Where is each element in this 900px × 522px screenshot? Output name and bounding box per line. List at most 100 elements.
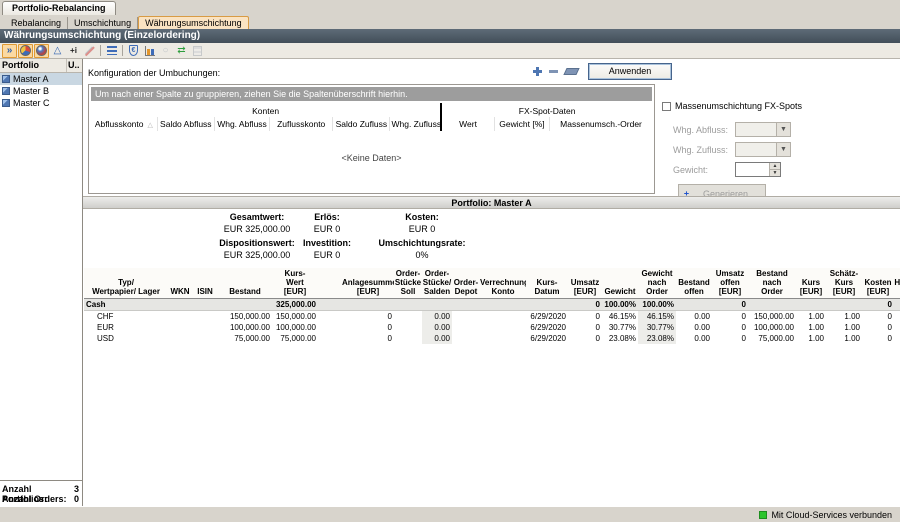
spinner-buttons[interactable]: ▲▼ (769, 163, 780, 176)
stat-label: Anzahl Portfolios: (2, 484, 74, 494)
tab-portfolio-rebalancing[interactable]: Portfolio-Rebalancing (2, 1, 116, 15)
chevron-down-icon[interactable]: ▼ (776, 123, 790, 136)
weight-spinner[interactable]: ▲▼ (735, 162, 781, 177)
status-bar: Mit Cloud-Services verbunden (0, 506, 900, 522)
holdings-column-header[interactable]: Bestand offen (676, 268, 712, 299)
holdings-row[interactable]: USD75,000.0075,000.0000.006/29/2020023.0… (84, 333, 900, 344)
tab-rebalancing[interactable]: Rebalancing (5, 17, 68, 29)
config-column-header[interactable]: Abflusskonto△ (91, 117, 157, 131)
holdings-cell: 150,000.00 (748, 311, 796, 323)
remove-row-icon[interactable] (549, 70, 558, 73)
spinner-up-icon[interactable]: ▲ (770, 163, 780, 170)
euro-shield-icon[interactable]: € (126, 44, 141, 58)
config-column-header[interactable]: Saldo Zufluss (333, 117, 390, 131)
main-tab-bar: Portfolio-Rebalancing (0, 0, 900, 15)
holdings-cell: 0 (568, 299, 602, 311)
config-column-header[interactable]: Massenumsch.-Order (550, 117, 652, 131)
holdings-column-header[interactable]: Order- Stücke/ Salden (422, 268, 452, 299)
fx-spots-panel: Massenumschichtung FX-Spots Whg. Abfluss… (662, 101, 896, 203)
sidebar-column-portfolio[interactable]: Portfolio (0, 59, 67, 72)
mass-fx-checkbox[interactable] (662, 102, 671, 111)
portfolio-item-master-a[interactable]: Master A (0, 73, 82, 85)
holdings-column-header[interactable]: Typ/ Wertpapier/ Lager (84, 268, 168, 299)
delta-icon[interactable]: △ (50, 44, 65, 58)
holdings-cell-label: EUR (84, 322, 168, 333)
holdings-column-header[interactable]: Kosten [EUR] (862, 268, 894, 299)
holdings-cell: 0 (568, 333, 602, 344)
config-column-header[interactable]: Wert (441, 117, 494, 131)
summary-label: Erlös: (287, 211, 367, 223)
holdings-cell: 100,000.00 (218, 322, 272, 333)
holdings-column-header[interactable]: Umsatz offen [EUR] (712, 268, 748, 299)
fx-combo-whgzufluss[interactable]: ▼ (735, 142, 791, 157)
holdings-column-header[interactable]: Order- Depot (452, 268, 480, 299)
holdings-cell: 0 (712, 311, 748, 323)
holdings-column-header[interactable]: Haltedauer [Tage] (894, 268, 900, 299)
combo-value (736, 123, 776, 136)
holdings-cell: 100,000.00 (748, 322, 796, 333)
filter-icon[interactable] (104, 44, 119, 58)
expand-icon[interactable]: » (2, 44, 17, 58)
holdings-column-header[interactable]: Umsatz [EUR] (568, 268, 602, 299)
holdings-cell: 150,000.00 (218, 311, 272, 323)
chart-icon[interactable] (142, 44, 157, 58)
holdings-cell (192, 333, 218, 344)
portfolio-item-master-c[interactable]: Master C (0, 97, 82, 109)
holdings-cell (480, 299, 526, 311)
eraser-icon[interactable] (563, 68, 579, 75)
holdings-column-header[interactable]: Verrechnungs- Konto (480, 268, 526, 299)
sphere-chart-icon[interactable] (34, 44, 49, 58)
holdings-column-header[interactable]: Gewicht nach Order (638, 268, 676, 299)
info-icon[interactable]: +i (66, 44, 81, 58)
holdings-cell: 0.00 (422, 322, 452, 333)
holdings-column-header[interactable]: WKN (168, 268, 192, 299)
holdings-cell (422, 299, 452, 311)
holdings-cell: 6/29/2020 (526, 322, 568, 333)
config-column-header[interactable]: Whg. Zufluss (390, 117, 441, 131)
summary-value: EUR 0 (287, 223, 367, 237)
holdings-column-header[interactable]: Bestand nach Order (748, 268, 796, 299)
holdings-column-header[interactable]: Schätz- Kurs [EUR] (826, 268, 862, 299)
holdings-cell: 1.00 (796, 333, 826, 344)
config-column-header[interactable]: Zuflusskonto (270, 117, 333, 131)
holdings-column-header[interactable]: Kurs- Wert [EUR] (272, 268, 318, 299)
chevron-down-icon[interactable]: ▼ (776, 143, 790, 156)
holdings-column-header[interactable]: Gewicht (602, 268, 638, 299)
holdings-column-header[interactable]: Order- Stücke Soll (394, 268, 422, 299)
holdings-column-header[interactable]: Bestand (218, 268, 272, 299)
portfolio-item-master-b[interactable]: Master B (0, 85, 82, 97)
portfolio-cube-icon (2, 99, 10, 107)
holdings-column-header[interactable]: Kurs [EUR] (796, 268, 826, 299)
holdings-cell: 0 (342, 311, 394, 323)
add-row-icon[interactable] (533, 67, 542, 76)
holdings-cell (330, 311, 342, 323)
fx-combo-whgabfluss[interactable]: ▼ (735, 122, 791, 137)
holdings-section: Typ/ Wertpapier/ LagerWKNISINBestandKurs… (84, 268, 899, 344)
holdings-column-header[interactable]: ISIN (192, 268, 218, 299)
config-column-header[interactable]: Saldo Abfluss (157, 117, 214, 131)
tab-umschichtung[interactable]: Umschichtung (68, 17, 138, 29)
config-column-header[interactable]: Gewicht [%] (494, 117, 549, 131)
sidebar-column-u[interactable]: U.. (67, 59, 82, 72)
holdings-column-header[interactable]: Anlagesumme [EUR] (342, 268, 394, 299)
holdings-row[interactable]: EUR100,000.00100,000.0000.006/29/2020030… (84, 322, 900, 333)
config-actions: Anwenden (533, 63, 672, 80)
holdings-group-row[interactable]: Cash325,000.000100.00%100.00%00 (84, 299, 900, 311)
holdings-column-header[interactable]: Kurs- Datum (526, 268, 568, 299)
group-by-dropzone[interactable]: Um nach einer Spalte zu gruppieren, zieh… (91, 87, 652, 101)
sort-indicator-icon[interactable]: △ (148, 122, 153, 129)
holdings-cell: 46.15% (602, 311, 638, 323)
config-column-header[interactable]: Whg. Abfluss (214, 117, 269, 131)
holdings-cell: 0 (712, 322, 748, 333)
transfer-arrows-icon[interactable]: ⇄ (174, 44, 189, 58)
holdings-cell: 1.00 (826, 322, 862, 333)
holdings-cell: 100.00% (638, 299, 676, 311)
sidebar-stats: Anzahl Portfolios:3Anzahl Orders:0 (0, 480, 82, 506)
pie-chart-icon[interactable] (18, 44, 33, 58)
apply-button[interactable]: Anwenden (588, 63, 672, 80)
fx-field-label: Whg. Abfluss: (673, 125, 735, 135)
holdings-cell: 1.00 (826, 333, 862, 344)
spinner-down-icon[interactable]: ▼ (770, 170, 780, 176)
tab-whrungsumschichtung[interactable]: Währungsumschichtung (138, 16, 249, 29)
holdings-row[interactable]: CHF150,000.00150,000.0000.006/29/2020046… (84, 311, 900, 323)
